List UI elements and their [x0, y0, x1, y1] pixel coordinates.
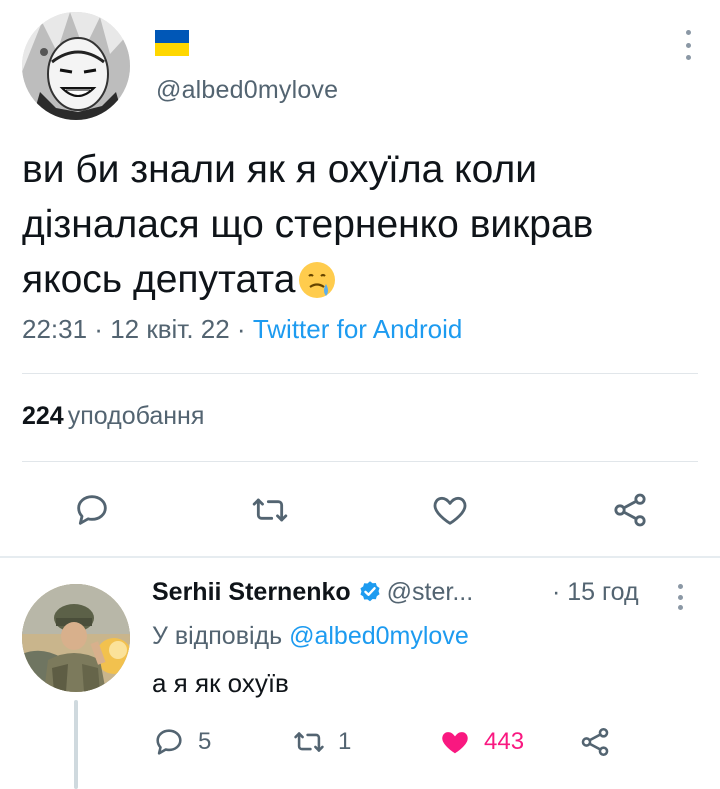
retweet-button[interactable]: 1 [292, 722, 351, 762]
thread-line [74, 700, 78, 789]
main-tweet-header: @albed0mylove [22, 12, 698, 122]
tweet-text-fragment: якось депутата [22, 258, 296, 301]
tweet-date[interactable]: 12 квіт. 22 [110, 314, 230, 344]
reply-author-handle[interactable]: @ster... [387, 578, 474, 606]
avatar[interactable] [22, 12, 130, 120]
retweet-button[interactable] [248, 488, 292, 532]
share-icon [614, 493, 646, 527]
tweet-action-bar [22, 488, 698, 532]
reply-button[interactable] [70, 488, 114, 532]
likes-label: уподобання [67, 402, 205, 430]
like-count: 443 [484, 728, 525, 755]
share-button[interactable] [608, 488, 652, 532]
tweet-source-link[interactable]: Twitter for Android [253, 314, 463, 344]
share-button[interactable] [578, 722, 612, 762]
heart-icon [433, 496, 467, 525]
replying-to-mention[interactable]: @albed0mylove [289, 622, 469, 650]
reply-icon [77, 495, 107, 525]
tweet-text: ви би знали як я охуїла коли дізналася щ… [22, 142, 702, 315]
reply-timestamp[interactable]: · 15 год [552, 578, 639, 607]
like-button[interactable] [428, 488, 472, 532]
tweet-text-line: ви би знали як я охуїла коли [22, 148, 537, 191]
tweet-text-line: якось депутата [22, 252, 702, 315]
reply-count: 5 [198, 728, 212, 755]
reply-author-name[interactable]: Serhii Sternenko [152, 578, 351, 606]
replying-to: У відповідь @albed0mylove [152, 622, 469, 651]
meta-separator: · [87, 314, 111, 344]
reply-icon [156, 729, 182, 755]
more-options-icon[interactable] [684, 30, 692, 60]
retweet-icon [294, 732, 324, 752]
retweet-count: 1 [338, 728, 352, 755]
tweet-time[interactable]: 22:31 [22, 314, 87, 344]
author-handle[interactable]: @albed0mylove [156, 76, 338, 105]
likes-summary[interactable]: 224 уподобання [22, 402, 204, 431]
share-icon [581, 727, 609, 757]
reply-text: а я як охуїв [152, 668, 289, 698]
divider [22, 461, 698, 462]
tweet-meta: 22:31 · 12 квіт. 22 · Twitter for Androi… [22, 314, 462, 345]
reply-action-bar: 5 1 443 [152, 722, 622, 762]
more-options-icon[interactable] [676, 584, 684, 610]
verified-badge-icon [357, 578, 383, 611]
likes-count: 224 [22, 402, 64, 430]
avatar[interactable] [22, 584, 130, 692]
divider [22, 373, 698, 374]
replying-to-prefix: У відповідь [152, 622, 283, 650]
ukraine-flag-icon [155, 30, 189, 56]
meta-separator: · [229, 314, 253, 344]
reply-author-row: Serhii Sternenko @ster... [152, 578, 473, 611]
tweet-text-line: дізналася що стерненко викрав [22, 203, 594, 246]
face-holding-back-tears-icon [297, 260, 337, 315]
section-divider [0, 556, 720, 558]
like-button[interactable]: 443 [438, 722, 524, 762]
retweet-icon [252, 498, 288, 522]
reply-button[interactable]: 5 [152, 722, 211, 762]
heart-filled-icon [442, 732, 468, 754]
